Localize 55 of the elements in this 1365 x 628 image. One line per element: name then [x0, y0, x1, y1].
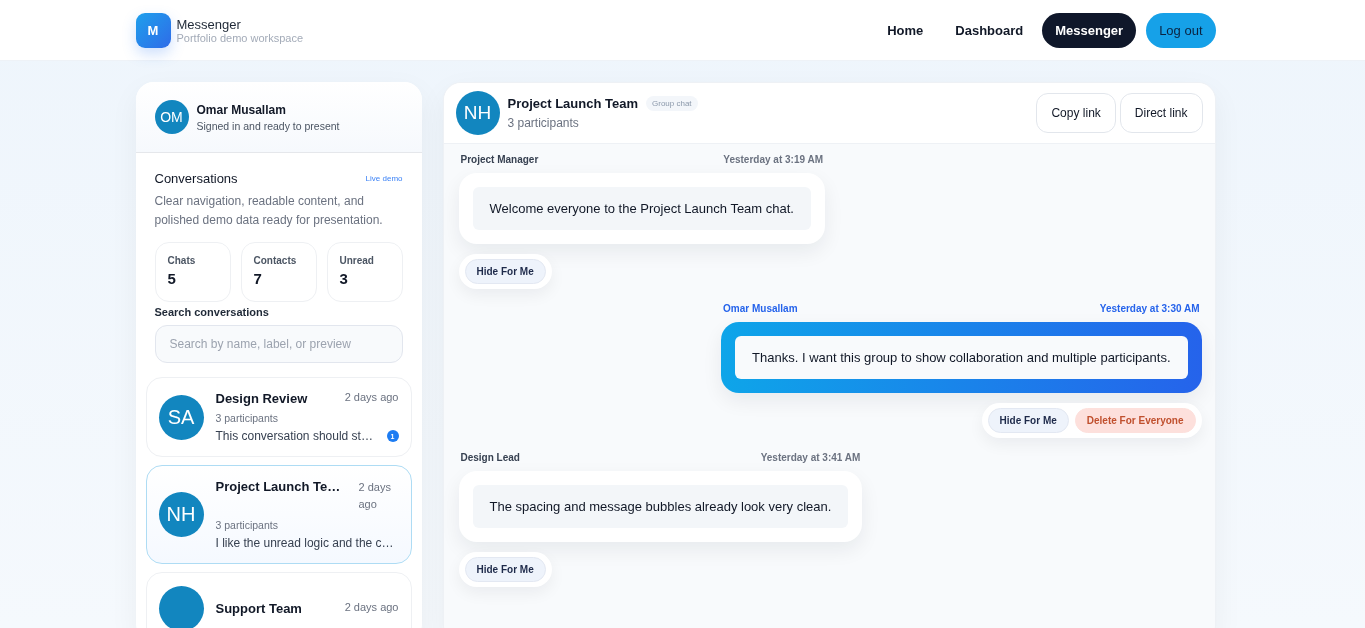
stat-label: Contacts: [253, 255, 298, 266]
link-button[interactable]: Direct link: [1119, 93, 1203, 133]
nav-link[interactable]: Dashboard: [942, 12, 1037, 48]
conversation-time: 2 days ago: [344, 391, 399, 403]
conversation-time: 2 days ago: [358, 480, 392, 512]
conversation-name: Design Review: [215, 391, 308, 406]
message-time: Yesterday at 3:19 AM: [723, 154, 823, 165]
conversation-item[interactable]: NH Project Launch Te… 2 days ago 3 participants I like the unread logic and the c…: [145, 465, 412, 564]
stat-value: 7: [253, 270, 263, 287]
link-button[interactable]: Copy link: [1036, 93, 1116, 133]
stat-label: Chats: [167, 255, 197, 266]
group-badge: Group chat: [646, 96, 698, 111]
user-status: Signed in and ready to present: [196, 119, 340, 132]
app-name: Messenger: [176, 16, 242, 32]
logout-button[interactable]: Log out: [1146, 12, 1216, 48]
tagline: Portfolio demo workspace: [176, 31, 304, 44]
sender-name: Project Manager: [460, 154, 539, 165]
message-text: The spacing and message bubbles already look very clean.: [472, 485, 849, 528]
message-text: Welcome everyone to the Project Launch Team chat.: [472, 187, 811, 230]
stat-value: 3: [339, 270, 349, 287]
search-field[interactable]: Search by name, label, or preview: [154, 325, 403, 363]
conversation-name: Support Team: [215, 601, 302, 616]
logo-icon: M: [135, 12, 171, 48]
avatar: SA: [158, 394, 204, 440]
sender-name: Design Lead: [460, 452, 520, 463]
message-time: Yesterday at 3:30 AM: [1099, 303, 1200, 314]
message-text: Thanks. I want this group to show collaboration and multiple participants.: [735, 336, 1188, 379]
stat-value: 5: [167, 270, 177, 287]
chat-title: Project Launch Team: [507, 96, 638, 111]
delete-button[interactable]: Delete For Everyone: [1074, 408, 1196, 433]
message-time: Yesterday at 3:41 AM: [760, 452, 861, 463]
search-label: Search conversations: [154, 306, 270, 318]
user-name: Omar Musallam: [196, 102, 287, 117]
hide-button[interactable]: Hide For Me: [464, 259, 546, 284]
section-description: Clear navigation, readable content, and polished demo data ready for presentation.: [154, 193, 384, 229]
participant-count: 3 participants: [507, 116, 580, 130]
message-preview: I like the unread logic and the c…: [215, 536, 394, 550]
hide-button[interactable]: Hide For Me: [987, 408, 1069, 433]
conversation-item[interactable]: Support Team 2 days ago: [145, 572, 412, 628]
hide-button[interactable]: Hide For Me: [464, 557, 546, 582]
message-preview: This conversation should st…: [215, 429, 373, 443]
avatar: [158, 586, 204, 628]
avatar: NH: [455, 91, 500, 135]
stat-label: Unread: [339, 255, 375, 266]
sender-name: Omar Musallam: [723, 303, 798, 314]
participant-count: 3 participants: [215, 412, 279, 424]
section-title: Conversations: [154, 171, 238, 186]
nav-link[interactable]: Messenger: [1042, 12, 1137, 48]
participant-count: 3 participants: [215, 519, 279, 531]
avatar: OM: [154, 100, 189, 134]
conversation-name: Project Launch Te…: [215, 479, 341, 494]
demo-tag: Live demo: [365, 174, 403, 183]
nav-link[interactable]: Home: [874, 12, 937, 48]
avatar: NH: [158, 492, 204, 537]
conversation-time: 2 days ago: [344, 601, 399, 613]
